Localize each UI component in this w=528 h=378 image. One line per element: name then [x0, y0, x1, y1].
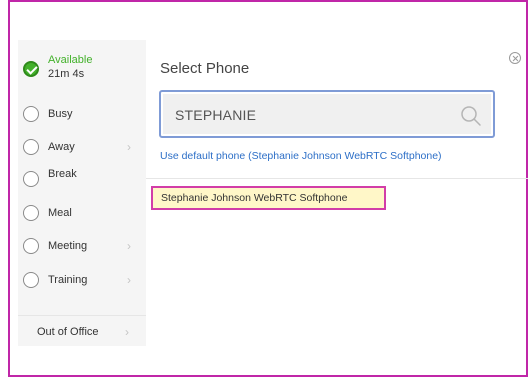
- out-of-office-button[interactable]: Out of Office ›: [18, 315, 146, 347]
- status-item-away[interactable]: Away ›: [18, 132, 146, 162]
- status-item-meeting[interactable]: Meeting ›: [18, 231, 146, 261]
- status-item-available[interactable]: Available 21m 4s: [18, 54, 146, 84]
- search-field-background: STEPHANIE: [163, 94, 491, 134]
- chevron-right-icon: ›: [127, 273, 131, 287]
- radio-empty-icon: [23, 205, 39, 221]
- radio-empty-icon: [23, 106, 39, 122]
- status-item-label: Meal: [48, 207, 72, 219]
- out-of-office-label: Out of Office: [37, 325, 99, 338]
- chevron-right-icon: ›: [127, 140, 131, 154]
- status-item-busy[interactable]: Busy: [18, 99, 146, 129]
- chevron-right-icon: ›: [125, 324, 129, 339]
- status-item-meal[interactable]: Meal: [18, 198, 146, 228]
- status-timer: 21m 4s: [48, 68, 85, 80]
- radio-empty-icon: [23, 238, 39, 254]
- radio-empty-icon: [23, 272, 39, 288]
- close-icon[interactable]: [509, 52, 521, 64]
- chevron-right-icon: ›: [127, 239, 131, 253]
- phone-result-item[interactable]: Stephanie Johnson WebRTC Softphone: [151, 186, 386, 210]
- phone-search-input[interactable]: STEPHANIE: [159, 90, 495, 138]
- status-item-label: Training: [48, 274, 88, 286]
- status-item-label: Away: [48, 141, 75, 153]
- use-default-phone-link[interactable]: Use default phone (Stephanie Johnson Web…: [160, 150, 442, 162]
- divider: [146, 178, 528, 179]
- status-item-label: Busy: [48, 108, 73, 120]
- status-item-label: Meeting: [48, 240, 88, 252]
- status-panel: Available 21m 4s Busy Away › Break Meal …: [18, 40, 146, 346]
- phone-result-label: Stephanie Johnson WebRTC Softphone: [161, 192, 348, 204]
- status-item-label: Break: [48, 168, 77, 180]
- status-item-label: Available: [48, 54, 93, 66]
- search-input-value: STEPHANIE: [175, 107, 257, 123]
- status-item-training[interactable]: Training ›: [18, 265, 146, 295]
- dialog-title: Select Phone: [160, 60, 250, 77]
- frame-top-border: [8, 0, 527, 2]
- status-item-break[interactable]: Break: [18, 164, 146, 194]
- radio-empty-icon: [23, 171, 39, 187]
- check-circle-icon: [23, 61, 39, 77]
- radio-empty-icon: [23, 139, 39, 155]
- search-icon[interactable]: [459, 104, 483, 128]
